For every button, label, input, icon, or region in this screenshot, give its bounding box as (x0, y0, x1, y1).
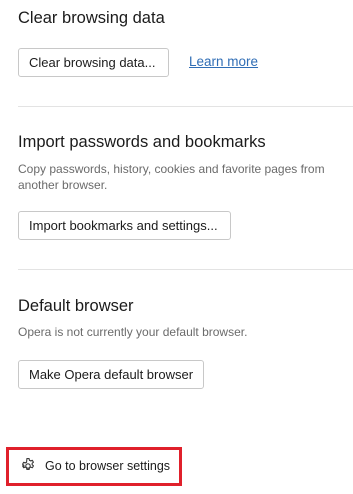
gear-icon (20, 458, 36, 474)
default-browser-description: Opera is not currently your default brow… (18, 325, 248, 339)
import-description: Copy passwords, history, cookies and fav… (18, 162, 325, 192)
import-bookmarks-button[interactable]: Import bookmarks and settings... (18, 211, 231, 240)
settings-link-label: Go to browser settings (45, 459, 171, 473)
go-to-browser-settings-link[interactable]: Go to browser settings (20, 456, 170, 476)
import-title: Import passwords and bookmarks (18, 133, 266, 151)
learn-more-link[interactable]: Learn more (189, 54, 258, 69)
default-browser-title: Default browser (18, 297, 134, 315)
clear-browsing-title: Clear browsing data (18, 9, 165, 27)
section-divider (18, 269, 353, 270)
make-default-browser-button[interactable]: Make Opera default browser (18, 360, 204, 389)
clear-browsing-data-button[interactable]: Clear browsing data... (18, 48, 169, 77)
section-divider (18, 106, 353, 107)
